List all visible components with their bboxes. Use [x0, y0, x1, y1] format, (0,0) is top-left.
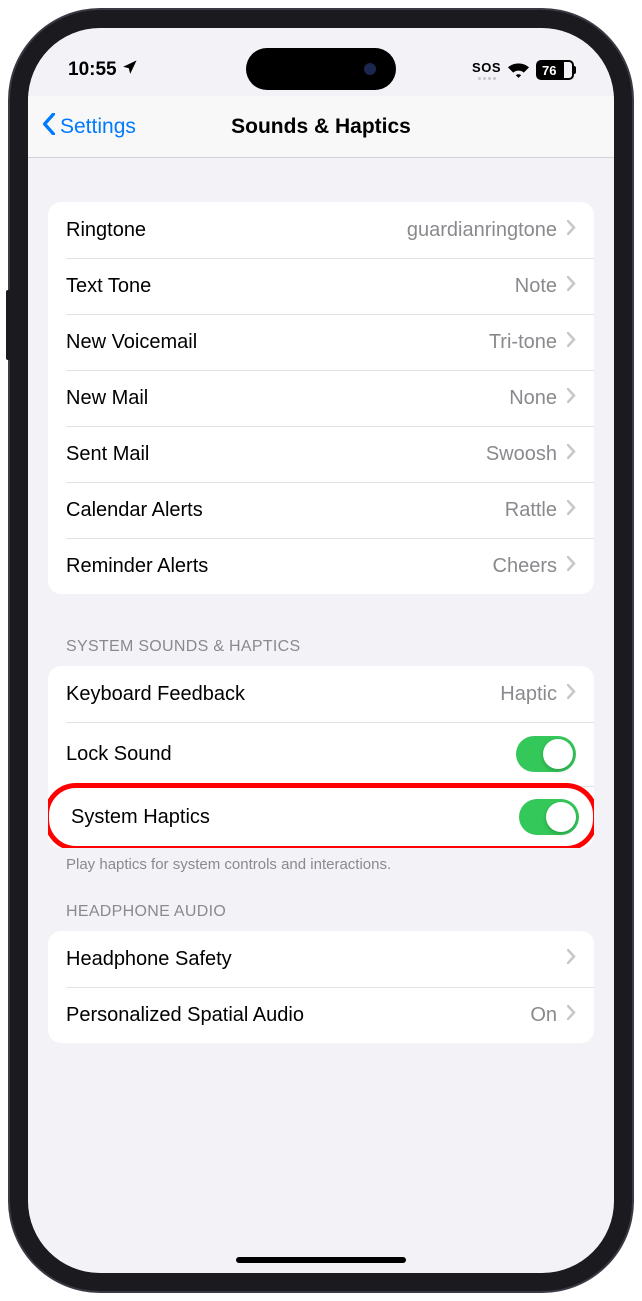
battery-indicator: 76 — [536, 60, 574, 80]
row-sound-setting[interactable]: New Voicemail Tri-tone — [48, 314, 594, 370]
row-value: Tri-tone — [489, 331, 557, 354]
back-label: Settings — [60, 115, 136, 139]
home-indicator[interactable] — [236, 1257, 406, 1263]
battery-level: 76 — [539, 63, 571, 78]
sos-label: SOS — [472, 60, 501, 75]
status-left: 10:55 — [68, 59, 138, 82]
section-footer-system: Play haptics for system controls and int… — [48, 848, 594, 873]
chevron-right-icon — [567, 684, 576, 704]
row-sound-setting[interactable]: Text Tone Note — [48, 258, 594, 314]
section-header-headphone: HEADPHONE AUDIO — [48, 903, 594, 931]
row-sound-setting[interactable]: Sent Mail Swoosh — [48, 426, 594, 482]
row-value: None — [509, 387, 557, 410]
chevron-right-icon — [567, 388, 576, 408]
chevron-right-icon — [567, 276, 576, 296]
dynamic-island — [246, 48, 396, 90]
section-headphone: HEADPHONE AUDIO Headphone Safety Persona… — [48, 903, 594, 1043]
chevron-right-icon — [567, 500, 576, 520]
section-header-system: SYSTEM SOUNDS & HAPTICS — [48, 638, 594, 666]
phone-frame: 10:55 SOS 76 — [10, 10, 632, 1291]
row-label: New Mail — [66, 387, 148, 410]
chevron-right-icon — [567, 220, 576, 240]
back-button[interactable]: Settings — [28, 113, 136, 141]
row-label: Ringtone — [66, 219, 146, 242]
chevron-right-icon — [567, 556, 576, 576]
row-value: Cheers — [493, 555, 557, 578]
chevron-right-icon — [567, 949, 576, 969]
row-label: Headphone Safety — [66, 948, 232, 971]
row-label: Text Tone — [66, 275, 151, 298]
row-label: System Haptics — [71, 806, 210, 829]
row-sound-setting[interactable]: Reminder Alerts Cheers — [48, 538, 594, 594]
screen: 10:55 SOS 76 — [28, 28, 614, 1273]
section-system: SYSTEM SOUNDS & HAPTICS Keyboard Feedbac… — [48, 638, 594, 873]
row-lock-sound: Lock Sound — [48, 722, 594, 786]
row-spatial-audio[interactable]: Personalized Spatial Audio On — [48, 987, 594, 1043]
row-label: Calendar Alerts — [66, 499, 203, 522]
section-sounds: Ringtone guardianringtone Text Tone Note… — [48, 202, 594, 594]
status-right: SOS 76 — [472, 60, 574, 80]
list-headphone: Headphone Safety Personalized Spatial Au… — [48, 931, 594, 1043]
content[interactable]: Ringtone guardianringtone Text Tone Note… — [28, 158, 614, 1273]
list-sounds: Ringtone guardianringtone Text Tone Note… — [48, 202, 594, 594]
location-services-icon — [121, 59, 138, 82]
list-system: Keyboard Feedback Haptic Lock Sound Syst… — [48, 666, 594, 848]
nav-bar: Settings Sounds & Haptics — [28, 96, 614, 158]
row-value: Rattle — [505, 499, 557, 522]
row-value: Haptic — [500, 683, 557, 706]
row-headphone-safety[interactable]: Headphone Safety — [48, 931, 594, 987]
row-label: Keyboard Feedback — [66, 683, 245, 706]
cellular-sos: SOS — [472, 60, 501, 80]
row-keyboard-feedback[interactable]: Keyboard Feedback Haptic — [48, 666, 594, 722]
row-sound-setting[interactable]: New Mail None — [48, 370, 594, 426]
system-haptics-toggle[interactable] — [519, 799, 579, 835]
row-value: On — [530, 1004, 557, 1027]
row-label: Personalized Spatial Audio — [66, 1004, 304, 1027]
row-value: guardianringtone — [407, 219, 557, 242]
row-value: Swoosh — [486, 443, 557, 466]
row-value: Note — [515, 275, 557, 298]
wifi-icon — [508, 62, 529, 78]
row-sound-setting[interactable]: Calendar Alerts Rattle — [48, 482, 594, 538]
chevron-right-icon — [567, 444, 576, 464]
chevron-right-icon — [567, 1005, 576, 1025]
status-time: 10:55 — [68, 59, 117, 81]
chevron-left-icon — [42, 113, 56, 141]
row-label: Sent Mail — [66, 443, 149, 466]
lock-sound-toggle[interactable] — [516, 736, 576, 772]
row-label: Reminder Alerts — [66, 555, 208, 578]
row-sound-setting[interactable]: Ringtone guardianringtone — [48, 202, 594, 258]
chevron-right-icon — [567, 332, 576, 352]
row-system-haptics: System Haptics — [48, 783, 594, 848]
row-label: New Voicemail — [66, 331, 197, 354]
row-label: Lock Sound — [66, 743, 172, 766]
page-title: Sounds & Haptics — [231, 115, 411, 139]
